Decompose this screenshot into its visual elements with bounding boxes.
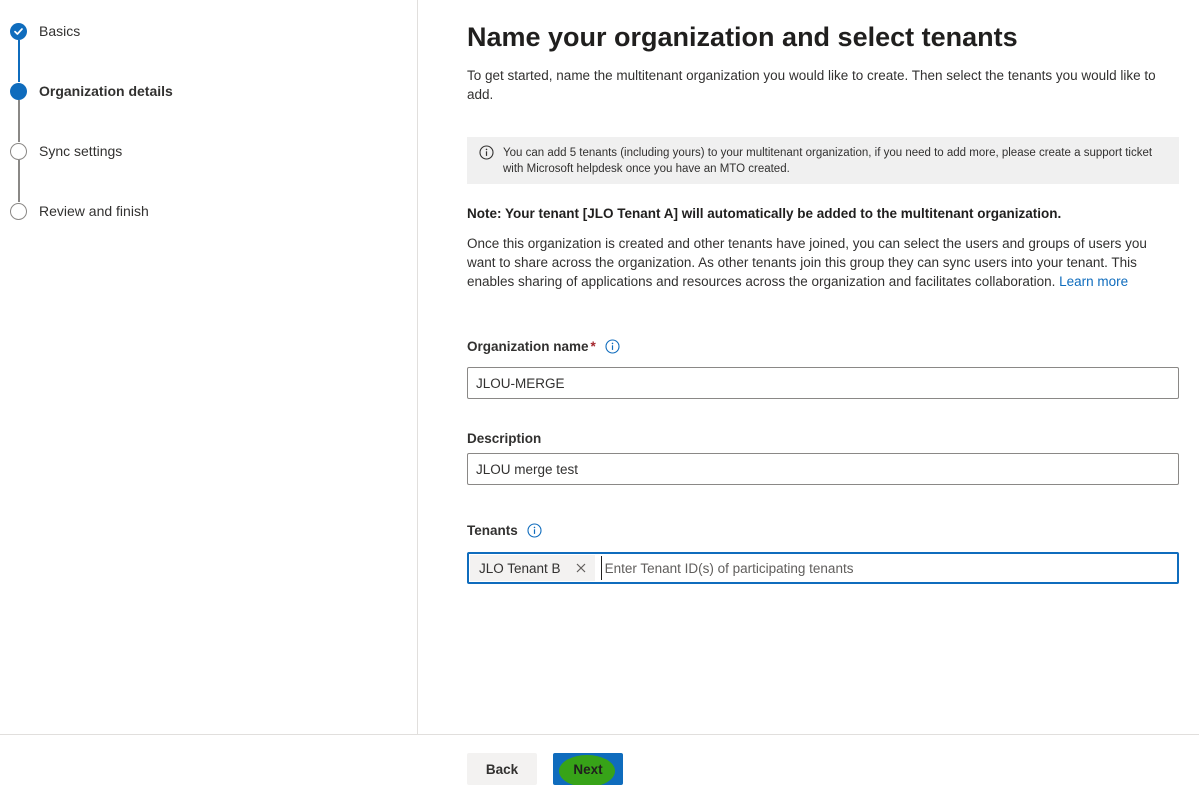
learn-more-link[interactable]: Learn more <box>1059 274 1128 289</box>
explanation-text: Once this organization is created and ot… <box>467 234 1179 291</box>
step-label: Basics <box>39 23 81 39</box>
back-button[interactable]: Back <box>467 753 537 785</box>
step-connector-3 <box>18 160 20 202</box>
step-label: Review and finish <box>39 203 149 219</box>
tenant-tag-label: JLO Tenant B <box>479 560 561 576</box>
org-name-input[interactable] <box>467 367 1179 399</box>
org-name-label: Organization name * <box>467 339 620 354</box>
current-step-icon <box>10 82 27 100</box>
tenants-label: Tenants <box>467 523 542 538</box>
explanation-body: Once this organization is created and ot… <box>467 236 1147 289</box>
next-button-label: Next <box>573 761 603 777</box>
tenant-id-input[interactable] <box>600 556 1177 580</box>
description-input[interactable] <box>467 453 1179 485</box>
step-connector-2 <box>18 100 20 142</box>
description-label: Description <box>467 431 541 446</box>
step-review-and-finish[interactable]: Review and finish <box>10 201 149 221</box>
page-title: Name your organization and select tenant… <box>467 22 1018 52</box>
wizard-footer: Back Next <box>0 734 1199 792</box>
step-organization-details[interactable]: Organization details <box>10 81 173 101</box>
info-icon <box>479 145 494 165</box>
org-name-label-text: Organization name <box>467 339 589 354</box>
tenants-label-text: Tenants <box>467 523 518 538</box>
step-label: Sync settings <box>39 143 123 159</box>
tenant-tag: JLO Tenant B <box>470 555 595 581</box>
required-indicator: * <box>590 339 596 354</box>
step-sync-settings[interactable]: Sync settings <box>10 141 122 161</box>
wizard-page: Basics Organization details Sync setting… <box>0 0 1199 792</box>
checkmark-icon <box>10 22 27 40</box>
empty-circle-icon <box>10 202 27 220</box>
info-icon[interactable] <box>527 523 542 538</box>
empty-circle-icon <box>10 142 27 160</box>
info-message-bar: You can add 5 tenants (including yours) … <box>467 137 1179 184</box>
description-label-text: Description <box>467 431 542 446</box>
info-message-text: You can add 5 tenants (including yours) … <box>503 147 1153 175</box>
info-icon[interactable] <box>605 339 620 354</box>
step-connector-1 <box>18 40 20 82</box>
step-label: Organization details <box>39 83 173 99</box>
tenants-picker[interactable]: JLO Tenant B <box>467 552 1179 584</box>
intro-text: To get started, name the multitenant org… <box>467 68 1156 102</box>
close-icon[interactable] <box>573 560 589 576</box>
next-button[interactable]: Next <box>553 753 623 785</box>
wizard-stepper: Basics Organization details Sync setting… <box>0 0 418 734</box>
step-basics[interactable]: Basics <box>10 21 80 41</box>
note-text: Note: Your tenant [JLO Tenant A] will au… <box>467 206 1062 221</box>
back-button-label: Back <box>485 761 519 777</box>
